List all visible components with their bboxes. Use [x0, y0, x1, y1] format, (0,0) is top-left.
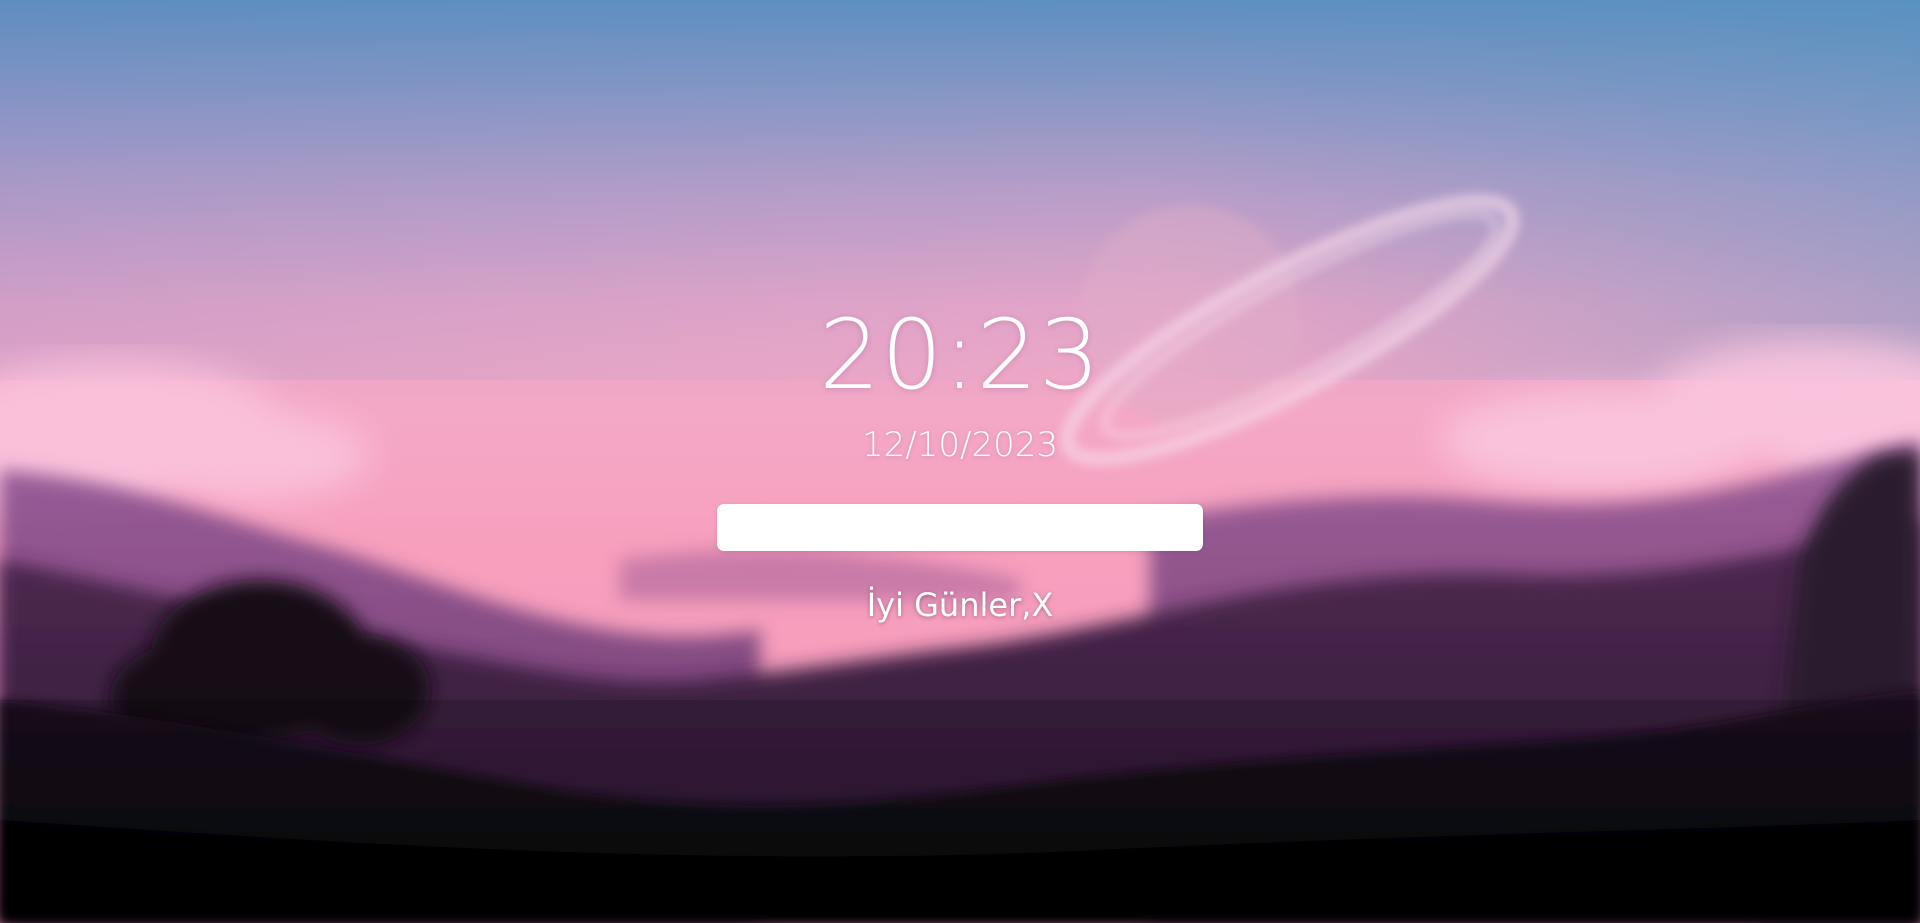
greeting-text: İyi Günler,X [866, 586, 1054, 624]
search-input[interactable] [717, 504, 1203, 551]
lockscreen-overlay: 20:23 12/10/2023 İyi Günler,X [0, 0, 1920, 923]
clock-time: 20:23 [819, 299, 1101, 411]
date-label: 12/10/2023 [862, 425, 1058, 465]
